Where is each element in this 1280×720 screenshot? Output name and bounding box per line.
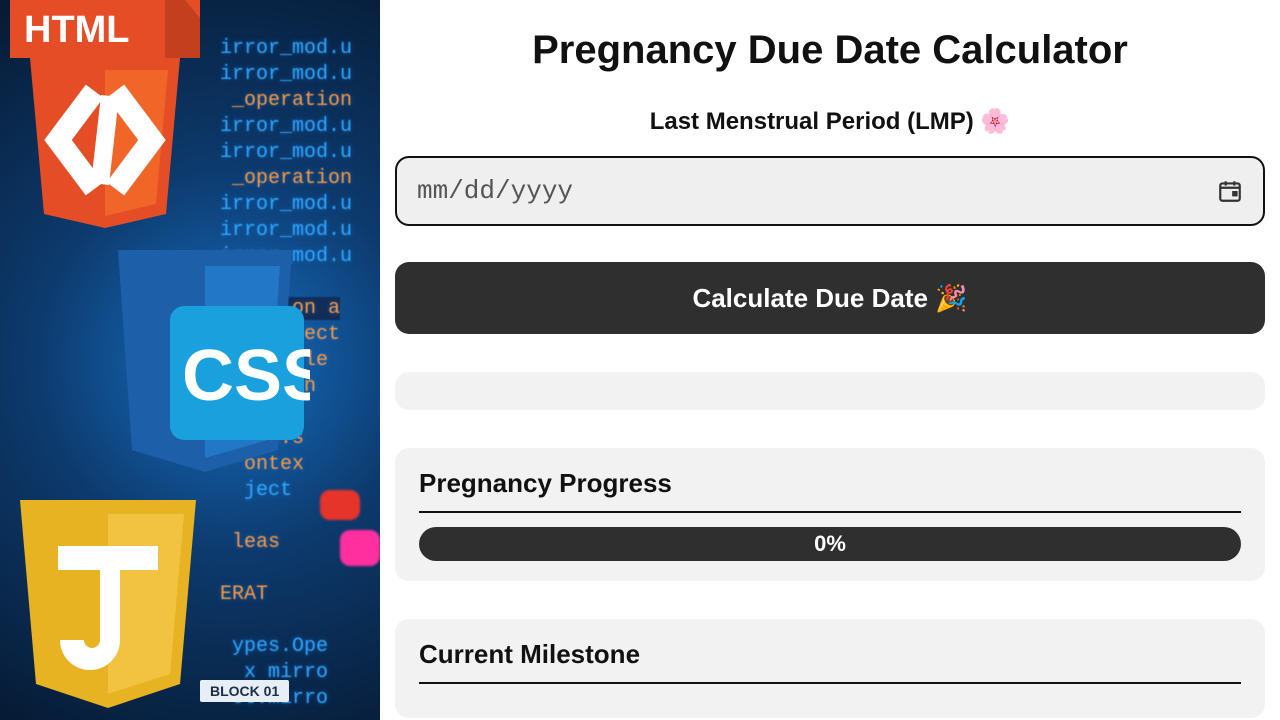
svg-text:CSS: CSS <box>182 336 310 416</box>
calendar-icon[interactable] <box>1217 178 1243 204</box>
decorative-splotch <box>340 530 380 566</box>
block-chip: BLOCK 01 <box>200 680 289 702</box>
main-panel: Pregnancy Due Date Calculator Last Menst… <box>380 0 1280 720</box>
lmp-label: Last Menstrual Period (LMP) 🌸 <box>395 107 1265 136</box>
date-placeholder-text: mm/dd/yyyy <box>417 176 573 206</box>
milestone-card: Current Milestone <box>395 619 1265 718</box>
result-card-placeholder <box>395 372 1265 410</box>
html-logo-icon: HTML <box>10 0 200 228</box>
calculate-button-label: Calculate Due Date 🎉 <box>692 283 967 314</box>
milestone-heading: Current Milestone <box>419 639 1241 670</box>
divider <box>419 682 1241 684</box>
progress-percent: 0% <box>814 531 846 557</box>
svg-text:HTML: HTML <box>24 9 130 51</box>
lmp-date-input[interactable]: mm/dd/yyyy <box>395 156 1265 226</box>
js-logo-icon <box>8 500 208 710</box>
css-logo-icon: CSS <box>100 250 310 482</box>
calculate-button[interactable]: Calculate Due Date 🎉 <box>395 262 1265 334</box>
progress-heading: Pregnancy Progress <box>419 468 1241 499</box>
decorative-sidebar: irror_mod.u irror_mod.u _operation irror… <box>0 0 380 720</box>
divider <box>419 511 1241 513</box>
page-title: Pregnancy Due Date Calculator <box>395 28 1265 73</box>
progress-bar: 0% <box>419 527 1241 561</box>
decorative-splotch <box>320 490 360 520</box>
progress-card: Pregnancy Progress 0% <box>395 448 1265 581</box>
